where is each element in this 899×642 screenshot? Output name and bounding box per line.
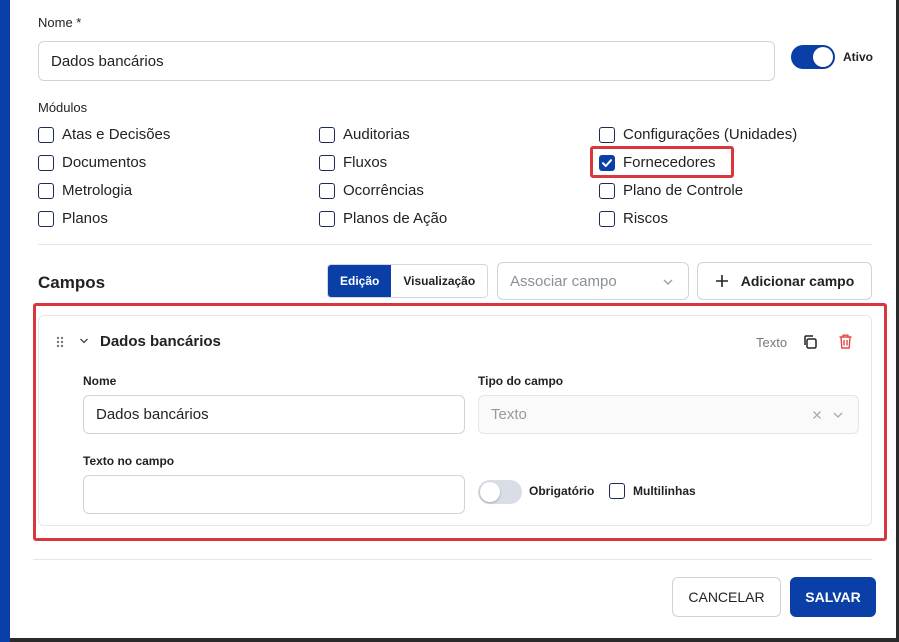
fields-title: Campos xyxy=(38,273,106,292)
module-label: Fluxos xyxy=(343,154,388,171)
modules-label: Módulos xyxy=(38,100,88,115)
chevron-down-icon[interactable] xyxy=(79,337,89,345)
field-card-title: Dados bancários xyxy=(100,333,221,350)
module-label: Planos xyxy=(62,210,108,227)
field-name-label: Nome xyxy=(83,374,117,388)
module-label: Auditorias xyxy=(343,126,410,143)
trash-icon[interactable] xyxy=(838,333,853,350)
field-card: Dados bancários Texto Nome Dados bancári… xyxy=(38,315,872,526)
name-field-value: Dados bancários xyxy=(51,52,164,70)
checkbox[interactable] xyxy=(319,182,335,199)
module-riscos[interactable]: Riscos xyxy=(599,210,668,227)
module-label: Ocorrências xyxy=(343,182,424,199)
name-label: Nome * xyxy=(38,15,82,30)
field-type-select[interactable]: Texto xyxy=(478,395,859,434)
module-label: Planos de Ação xyxy=(343,210,448,227)
view-mode-toggle: Edição Visualização xyxy=(327,264,489,298)
module-label: Documentos xyxy=(62,154,147,171)
cancel-button[interactable]: CANCELAR xyxy=(672,577,781,617)
checkbox[interactable] xyxy=(319,126,335,143)
module-label: Riscos xyxy=(623,210,669,227)
tab-edit[interactable]: Edição xyxy=(328,265,392,297)
required-toggle[interactable] xyxy=(478,480,522,504)
copy-icon[interactable] xyxy=(802,334,818,350)
footer-divider xyxy=(33,559,872,560)
checkbox[interactable] xyxy=(38,126,54,143)
left-edge-bar xyxy=(0,0,10,642)
chevron-down-icon xyxy=(663,279,673,285)
module-ocorrencias[interactable]: Ocorrências xyxy=(319,182,424,199)
required-label: Obrigatório xyxy=(529,484,595,498)
checkbox[interactable] xyxy=(38,210,54,227)
checkbox[interactable] xyxy=(599,126,615,143)
checkbox[interactable] xyxy=(38,182,54,199)
module-planos[interactable]: Planos xyxy=(38,210,108,227)
active-toggle-knob xyxy=(813,47,833,67)
module-atas-e-decisoes[interactable]: Atas e Decisões xyxy=(38,126,170,143)
checkbox[interactable] xyxy=(609,483,625,499)
module-label: Configurações (Unidades) xyxy=(623,126,798,143)
module-label: Metrologia xyxy=(62,182,133,199)
multiline-checkbox[interactable]: Multilinhas xyxy=(609,483,696,499)
module-configuracoes-unidades[interactable]: Configurações (Unidades) xyxy=(599,126,797,143)
module-label: Atas e Decisões xyxy=(62,126,171,143)
clear-icon[interactable] xyxy=(812,410,822,420)
highlight-fornecedores xyxy=(590,146,734,178)
form-panel: Nome * Dados bancários Ativo Módulos Ata… xyxy=(10,0,896,638)
checkbox[interactable] xyxy=(38,154,54,171)
field-name-input[interactable]: Dados bancários xyxy=(83,395,465,434)
active-toggle[interactable] xyxy=(791,45,835,69)
plus-icon xyxy=(715,275,728,287)
tab-view[interactable]: Visualização xyxy=(391,265,487,297)
add-field-label: Adicionar campo xyxy=(740,273,855,289)
module-plano-de-controle[interactable]: Plano de Controle xyxy=(599,182,743,199)
checkbox[interactable] xyxy=(599,182,615,199)
checkbox[interactable] xyxy=(599,210,615,227)
save-button[interactable]: SALVAR xyxy=(790,577,876,617)
module-label: Plano de Controle xyxy=(623,182,744,199)
checkbox[interactable] xyxy=(319,210,335,227)
field-placeholder-input[interactable] xyxy=(83,475,465,514)
section-divider xyxy=(38,244,872,245)
field-type-label: Tipo do campo xyxy=(478,374,564,388)
associate-field-placeholder: Associar campo xyxy=(510,272,617,290)
field-type-value: Texto xyxy=(491,406,527,423)
module-auditorias[interactable]: Auditorias xyxy=(319,126,410,143)
associate-field-select[interactable]: Associar campo xyxy=(497,262,689,300)
field-placeholder-label: Texto no campo xyxy=(83,454,175,468)
add-field-button[interactable]: Adicionar campo xyxy=(697,262,872,300)
field-name-value: Dados bancários xyxy=(96,406,209,423)
module-planos-de-acao[interactable]: Planos de Ação xyxy=(319,210,447,227)
module-fluxos[interactable]: Fluxos xyxy=(319,154,387,171)
field-type-badge: Texto xyxy=(756,335,788,350)
module-documentos[interactable]: Documentos xyxy=(38,154,146,171)
name-field[interactable]: Dados bancários xyxy=(38,41,775,81)
multiline-label: Multilinhas xyxy=(633,484,696,498)
chevron-down-icon[interactable] xyxy=(832,411,844,419)
active-label: Ativo xyxy=(843,50,873,64)
drag-handle-icon[interactable] xyxy=(56,336,64,348)
checkbox[interactable] xyxy=(319,154,335,171)
module-metrologia[interactable]: Metrologia xyxy=(38,182,132,199)
required-toggle-knob xyxy=(480,482,500,502)
